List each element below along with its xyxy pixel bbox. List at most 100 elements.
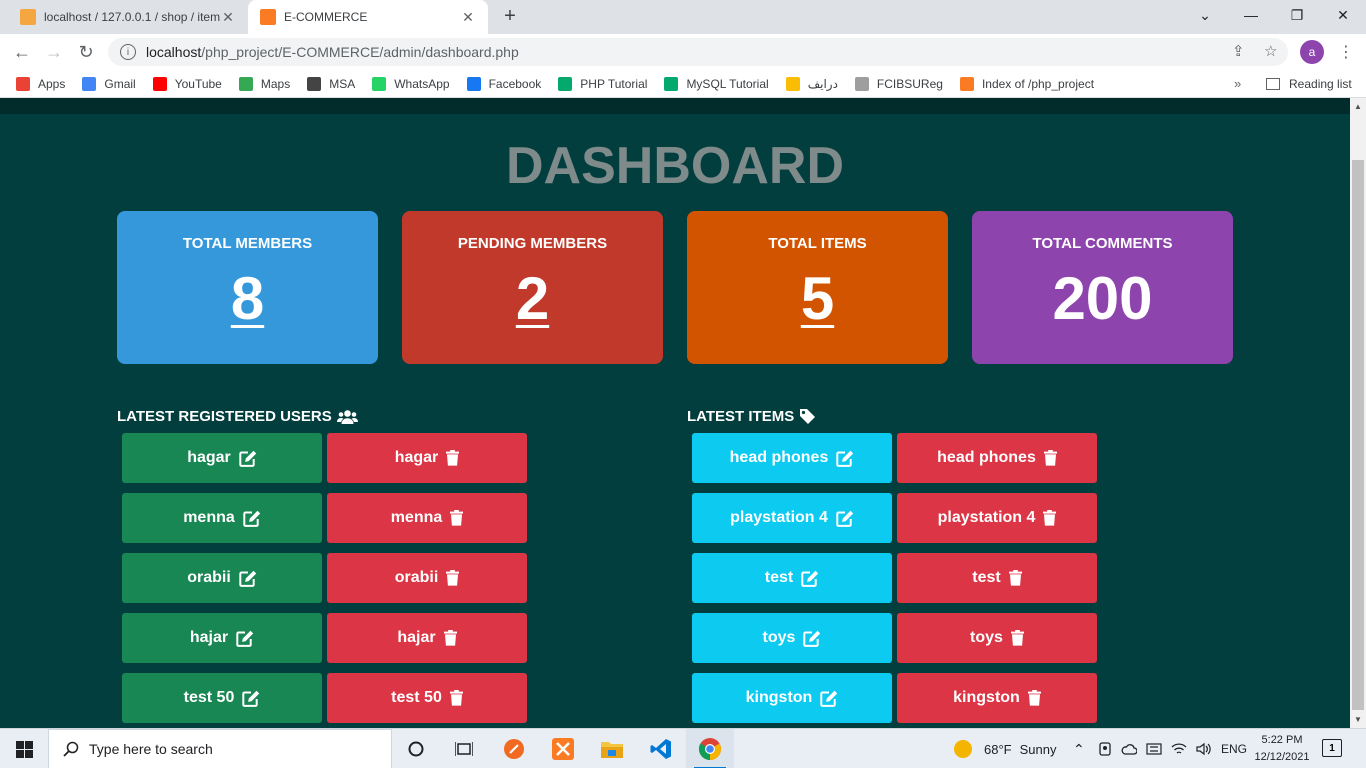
navbar-strip: [0, 98, 1350, 114]
trash-icon: [1020, 690, 1041, 706]
delete-user-button[interactable]: hagar: [327, 433, 527, 483]
delete-item-button[interactable]: test: [897, 553, 1097, 603]
bookmark-apps[interactable]: Apps: [16, 76, 65, 91]
xampp-taskbar-icon[interactable]: [539, 729, 587, 768]
address-bar[interactable]: i localhost/php_project/E-COMMERCE/admin…: [108, 38, 1288, 66]
bookmark-star-icon[interactable]: ☆: [1264, 42, 1277, 60]
edit-icon: [828, 450, 854, 467]
w3schools-icon: [558, 76, 573, 91]
weather-temp: 68°F: [984, 741, 1012, 757]
button-label: hagar: [187, 449, 231, 466]
scroll-down-icon[interactable]: ▼: [1354, 715, 1362, 724]
edit-user-button[interactable]: test 50: [122, 673, 322, 723]
tab-title: localhost / 127.0.0.1 / shop / items | p…: [44, 10, 220, 24]
share-icon[interactable]: ⇪: [1232, 42, 1245, 60]
chrome-taskbar-icon[interactable]: [686, 729, 734, 768]
weather-widget[interactable]: 68°F Sunny: [954, 729, 1056, 768]
scroll-up-icon[interactable]: ▲: [1354, 102, 1362, 111]
edit-item-button[interactable]: head phones: [692, 433, 892, 483]
bookmark-maps[interactable]: Maps: [238, 76, 290, 91]
forward-icon[interactable]: →: [42, 40, 66, 64]
trash-icon: [1036, 450, 1057, 466]
bookmark-php-tutorial[interactable]: PHP Tutorial: [558, 76, 647, 91]
site-info-icon[interactable]: i: [120, 44, 136, 60]
close-window-button[interactable]: ✕: [1320, 0, 1366, 30]
volume-icon[interactable]: [1196, 742, 1212, 756]
cloud-icon[interactable]: [1121, 742, 1137, 756]
bookmark-facebook[interactable]: Facebook: [466, 76, 541, 91]
bookmark-fcibsureg[interactable]: FCIBSUReg: [854, 76, 943, 91]
edit-icon: [235, 510, 261, 527]
delete-user-button[interactable]: hajar: [327, 613, 527, 663]
restore-button[interactable]: ❐: [1274, 0, 1320, 30]
file-explorer-icon[interactable]: [588, 729, 636, 768]
maps-icon: [238, 76, 253, 91]
edit-user-button[interactable]: orabii: [122, 553, 322, 603]
tab-search-icon[interactable]: ⌄: [1182, 0, 1228, 30]
stat-value-link[interactable]: 8: [117, 266, 378, 332]
edit-user-button[interactable]: hajar: [122, 613, 322, 663]
clock[interactable]: 5:22 PM 12/12/2021: [1252, 732, 1312, 766]
bookmark-index-php-project[interactable]: Index of /php_project: [959, 76, 1094, 91]
page-scrollbar[interactable]: ▲ ▼: [1350, 98, 1366, 728]
search-placeholder: Type here to search: [89, 741, 213, 757]
google-drive-icon: [785, 76, 800, 91]
vscode-icon[interactable]: [637, 729, 685, 768]
bookmark-gmail[interactable]: Gmail: [82, 76, 136, 91]
tray-overflow-icon[interactable]: ⌃: [1073, 729, 1085, 768]
button-label: toys: [970, 629, 1003, 646]
task-view-icon[interactable]: [440, 729, 488, 768]
delete-user-button[interactable]: orabii: [327, 553, 527, 603]
language-indicator[interactable]: ENG: [1221, 742, 1247, 756]
scrollbar-thumb[interactable]: [1352, 160, 1364, 710]
clock-time: 5:22 PM: [1261, 734, 1303, 746]
taskbar-search[interactable]: Type here to search: [48, 729, 392, 768]
bookmark-youtube[interactable]: YouTube: [152, 76, 222, 91]
more-bookmarks-icon[interactable]: »: [1234, 76, 1241, 91]
start-button[interactable]: [0, 729, 48, 768]
menu-icon[interactable]: ⋮: [1338, 42, 1354, 62]
edit-item-button[interactable]: test: [692, 553, 892, 603]
edit-item-button[interactable]: playstation 4: [692, 493, 892, 543]
edit-icon: [828, 510, 854, 527]
whatsapp-icon: [372, 76, 387, 91]
delete-item-button[interactable]: playstation 4: [897, 493, 1097, 543]
notification-center-icon[interactable]: 1: [1322, 739, 1342, 757]
wifi-icon[interactable]: [1171, 742, 1187, 756]
bookmark-drive[interactable]: درايف: [785, 76, 838, 91]
edit-item-button[interactable]: kingston: [692, 673, 892, 723]
reading-list-button[interactable]: Reading list: [1266, 70, 1352, 98]
trash-icon: [438, 570, 460, 586]
close-tab-icon[interactable]: ✕: [220, 9, 236, 26]
stat-value-link[interactable]: 5: [687, 266, 948, 332]
delete-item-button[interactable]: kingston: [897, 673, 1097, 723]
edit-item-button[interactable]: toys: [692, 613, 892, 663]
ime-icon[interactable]: [1146, 742, 1162, 756]
cortana-icon[interactable]: [392, 729, 440, 768]
button-label: playstation 4: [730, 509, 828, 526]
delete-item-button[interactable]: head phones: [897, 433, 1097, 483]
profile-avatar[interactable]: a: [1300, 40, 1324, 64]
edit-user-button[interactable]: hagar: [122, 433, 322, 483]
tab-ecommerce[interactable]: E-COMMERCE ✕: [248, 0, 488, 34]
minimize-button[interactable]: —: [1228, 0, 1274, 30]
bookmark-msa[interactable]: MSA: [307, 76, 355, 91]
tab-phpmyadmin[interactable]: localhost / 127.0.0.1 / shop / items | p…: [8, 0, 248, 34]
delete-user-button[interactable]: test 50: [327, 673, 527, 723]
brave-browser-icon[interactable]: [490, 729, 538, 768]
edit-user-button[interactable]: menna: [122, 493, 322, 543]
meet-now-icon[interactable]: [1098, 742, 1112, 756]
users-icon: [336, 409, 358, 424]
back-icon[interactable]: ←: [10, 40, 34, 64]
bookmark-whatsapp[interactable]: WhatsApp: [372, 76, 450, 91]
bookmark-mysql-tutorial[interactable]: MySQL Tutorial: [664, 76, 769, 91]
reload-icon[interactable]: ↻: [74, 40, 98, 64]
new-tab-button[interactable]: +: [498, 5, 522, 28]
delete-item-button[interactable]: toys: [897, 613, 1097, 663]
close-tab-icon[interactable]: ✕: [460, 9, 476, 26]
stat-total-items: TOTAL ITEMS 5: [687, 211, 948, 364]
button-label: playstation 4: [937, 509, 1036, 526]
reading-list-icon: [1266, 78, 1280, 90]
delete-user-button[interactable]: menna: [327, 493, 527, 543]
stat-value-link[interactable]: 2: [402, 266, 663, 332]
